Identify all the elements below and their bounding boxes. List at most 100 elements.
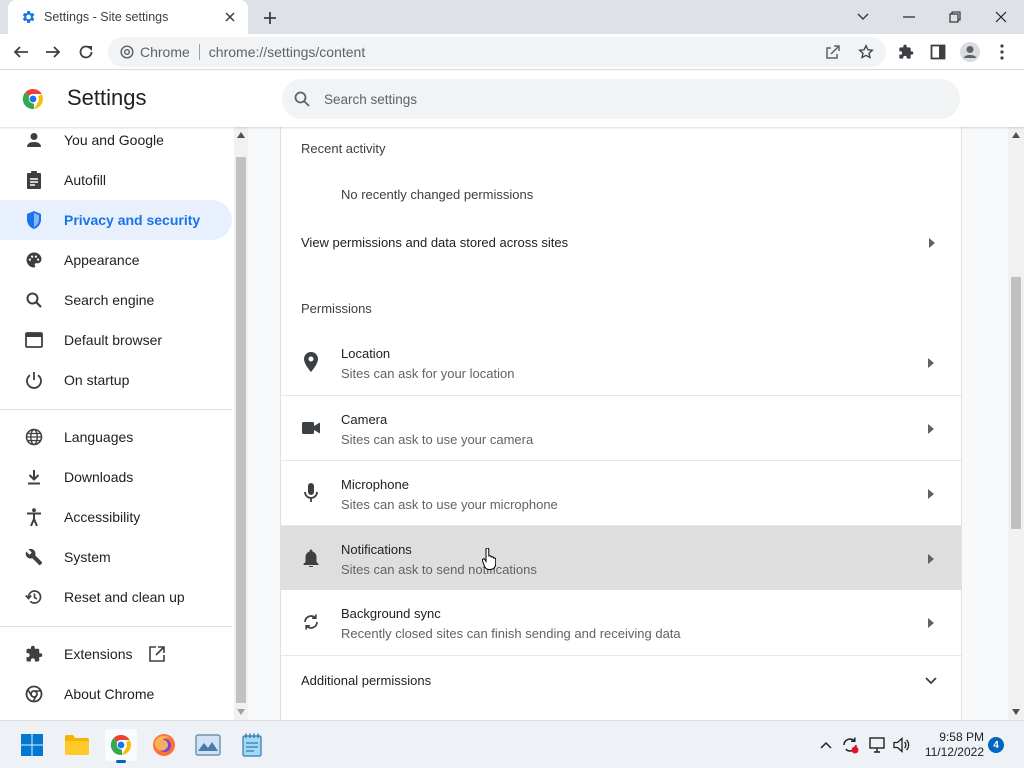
page-scrollbar[interactable] <box>1008 127 1024 720</box>
network-icon[interactable] <box>866 733 890 757</box>
sidebar-item-label: About Chrome <box>64 686 155 702</box>
sync-status-icon[interactable] <box>838 733 862 757</box>
side-panel-icon[interactable] <box>924 38 952 66</box>
show-hidden-icons-chevron-icon[interactable] <box>814 733 838 757</box>
permission-subtitle: Recently closed sites can finish sending… <box>341 626 681 641</box>
permission-title: Location <box>341 346 391 361</box>
permission-subtitle: Sites can ask to send notifications <box>341 562 537 577</box>
taskbar: 9:58 PM 11/12/2022 4 <box>0 720 1024 768</box>
sidebar-scrollbar[interactable] <box>234 127 248 720</box>
arrow-right-icon <box>929 238 935 248</box>
permission-row-location[interactable]: Location Sites can ask for your location <box>281 330 961 395</box>
scroll-up-arrow-icon[interactable] <box>1012 132 1020 138</box>
omnibox-separator <box>198 44 200 60</box>
firefox-icon[interactable] <box>148 729 180 761</box>
camera-icon <box>301 418 321 438</box>
restore-icon <box>24 587 44 607</box>
sidebar-item-privacy-and-security[interactable]: Privacy and security <box>0 200 232 240</box>
permission-title: Microphone <box>341 477 409 492</box>
permission-subtitle: Sites can ask to use your microphone <box>341 497 558 512</box>
tab-search-chevron-icon[interactable] <box>840 0 886 34</box>
extensions-puzzle-icon[interactable] <box>892 38 920 66</box>
sidebar-item-about-chrome[interactable]: About Chrome <box>0 674 232 714</box>
open-in-new-icon <box>149 646 166 662</box>
scroll-down-arrow-icon[interactable] <box>237 709 245 715</box>
permission-row-background-sync[interactable]: Background sync Recently closed sites ca… <box>281 590 961 655</box>
chrome-taskbar-icon[interactable] <box>105 729 137 763</box>
notepad-icon[interactable] <box>236 729 268 761</box>
sidebar-item-system[interactable]: System <box>0 537 232 577</box>
sidebar-item-search-engine[interactable]: Search engine <box>0 280 232 320</box>
share-icon[interactable] <box>820 39 846 65</box>
sidebar-item-label: System <box>64 549 111 565</box>
sidebar-item-autofill[interactable]: Autofill <box>0 160 232 200</box>
arrow-right-icon <box>928 554 934 564</box>
sidebar: You and Google Autofill Privacy and secu… <box>0 127 234 720</box>
file-explorer-icon[interactable] <box>61 729 93 761</box>
sidebar-item-extensions[interactable]: Extensions <box>0 634 232 674</box>
permission-subtitle: Sites can ask for your location <box>341 366 515 381</box>
forward-button[interactable] <box>39 38 67 66</box>
minimize-button[interactable] <box>886 0 932 34</box>
site-settings-card: Recent activity No recently changed perm… <box>280 127 962 720</box>
sync-icon <box>301 612 321 632</box>
restore-button[interactable] <box>932 0 978 34</box>
globe-icon <box>24 427 44 447</box>
tab-settings[interactable]: Settings - Site settings <box>8 0 248 34</box>
back-button[interactable] <box>7 38 35 66</box>
chrome-logo-icon <box>22 88 43 110</box>
photos-app-icon[interactable] <box>192 729 224 761</box>
sidebar-item-accessibility[interactable]: Accessibility <box>0 497 232 537</box>
permission-row-microphone[interactable]: Microphone Sites can ask to use your mic… <box>281 460 961 525</box>
sidebar-divider <box>0 626 232 627</box>
notification-badge[interactable]: 4 <box>988 737 1004 753</box>
palette-icon <box>24 250 44 270</box>
sidebar-item-appearance[interactable]: Appearance <box>0 240 232 280</box>
windows-start-icon[interactable] <box>16 729 48 761</box>
sidebar-item-reset-and-clean-up[interactable]: Reset and clean up <box>0 577 232 617</box>
hand-cursor-icon <box>482 548 496 570</box>
sidebar-scroll-thumb[interactable] <box>236 157 246 703</box>
sidebar-item-on-startup[interactable]: On startup <box>0 360 232 400</box>
new-tab-button[interactable] <box>258 6 282 30</box>
browser-window-icon <box>24 330 44 350</box>
sidebar-item-label: Downloads <box>64 469 134 485</box>
sidebar-item-downloads[interactable]: Downloads <box>0 457 232 497</box>
address-bar[interactable]: Chrome chrome://settings/content <box>108 37 886 67</box>
view-permissions-row[interactable]: View permissions and data stored across … <box>281 217 961 267</box>
taskbar-clock[interactable]: 9:58 PM 11/12/2022 <box>918 730 984 760</box>
scroll-up-arrow-icon[interactable] <box>237 132 245 138</box>
volume-icon[interactable] <box>890 733 914 757</box>
permission-row-camera[interactable]: Camera Sites can ask to use your camera <box>281 395 961 460</box>
permission-subtitle: Sites can ask to use your camera <box>341 432 534 447</box>
close-tab-icon[interactable] <box>222 9 238 25</box>
more-menu-icon[interactable] <box>988 38 1016 66</box>
scroll-down-arrow-icon[interactable] <box>1012 709 1020 715</box>
sidebar-item-label: Autofill <box>64 172 107 188</box>
microphone-icon <box>301 483 321 503</box>
search-icon <box>294 91 310 107</box>
permission-row-notifications[interactable]: Notifications Sites can ask to send noti… <box>281 525 961 590</box>
profile-avatar[interactable] <box>956 38 984 66</box>
download-icon <box>24 467 44 487</box>
permission-title: Background sync <box>341 606 441 621</box>
puzzle-icon <box>24 644 44 664</box>
reload-button[interactable] <box>72 38 100 66</box>
search-box[interactable] <box>282 79 960 119</box>
additional-permissions-row[interactable]: Additional permissions <box>281 655 961 705</box>
sidebar-item-you-and-google[interactable]: You and Google <box>0 127 232 160</box>
tab-strip: Settings - Site settings <box>0 0 1024 34</box>
page-scroll-thumb[interactable] <box>1011 277 1021 529</box>
settings-header: Settings <box>0 71 1024 127</box>
arrow-right-icon <box>928 489 934 499</box>
bookmark-star-icon[interactable] <box>853 39 879 65</box>
sidebar-item-languages[interactable]: Languages <box>0 417 232 457</box>
search-input[interactable] <box>324 91 884 107</box>
gear-icon <box>22 11 35 23</box>
sidebar-item-label: Appearance <box>64 252 140 268</box>
accessibility-icon <box>24 507 44 527</box>
view-permissions-label: View permissions and data stored across … <box>301 235 569 250</box>
close-window-button[interactable] <box>978 0 1024 34</box>
clock-date: 11/12/2022 <box>924 745 984 759</box>
sidebar-item-default-browser[interactable]: Default browser <box>0 320 232 360</box>
